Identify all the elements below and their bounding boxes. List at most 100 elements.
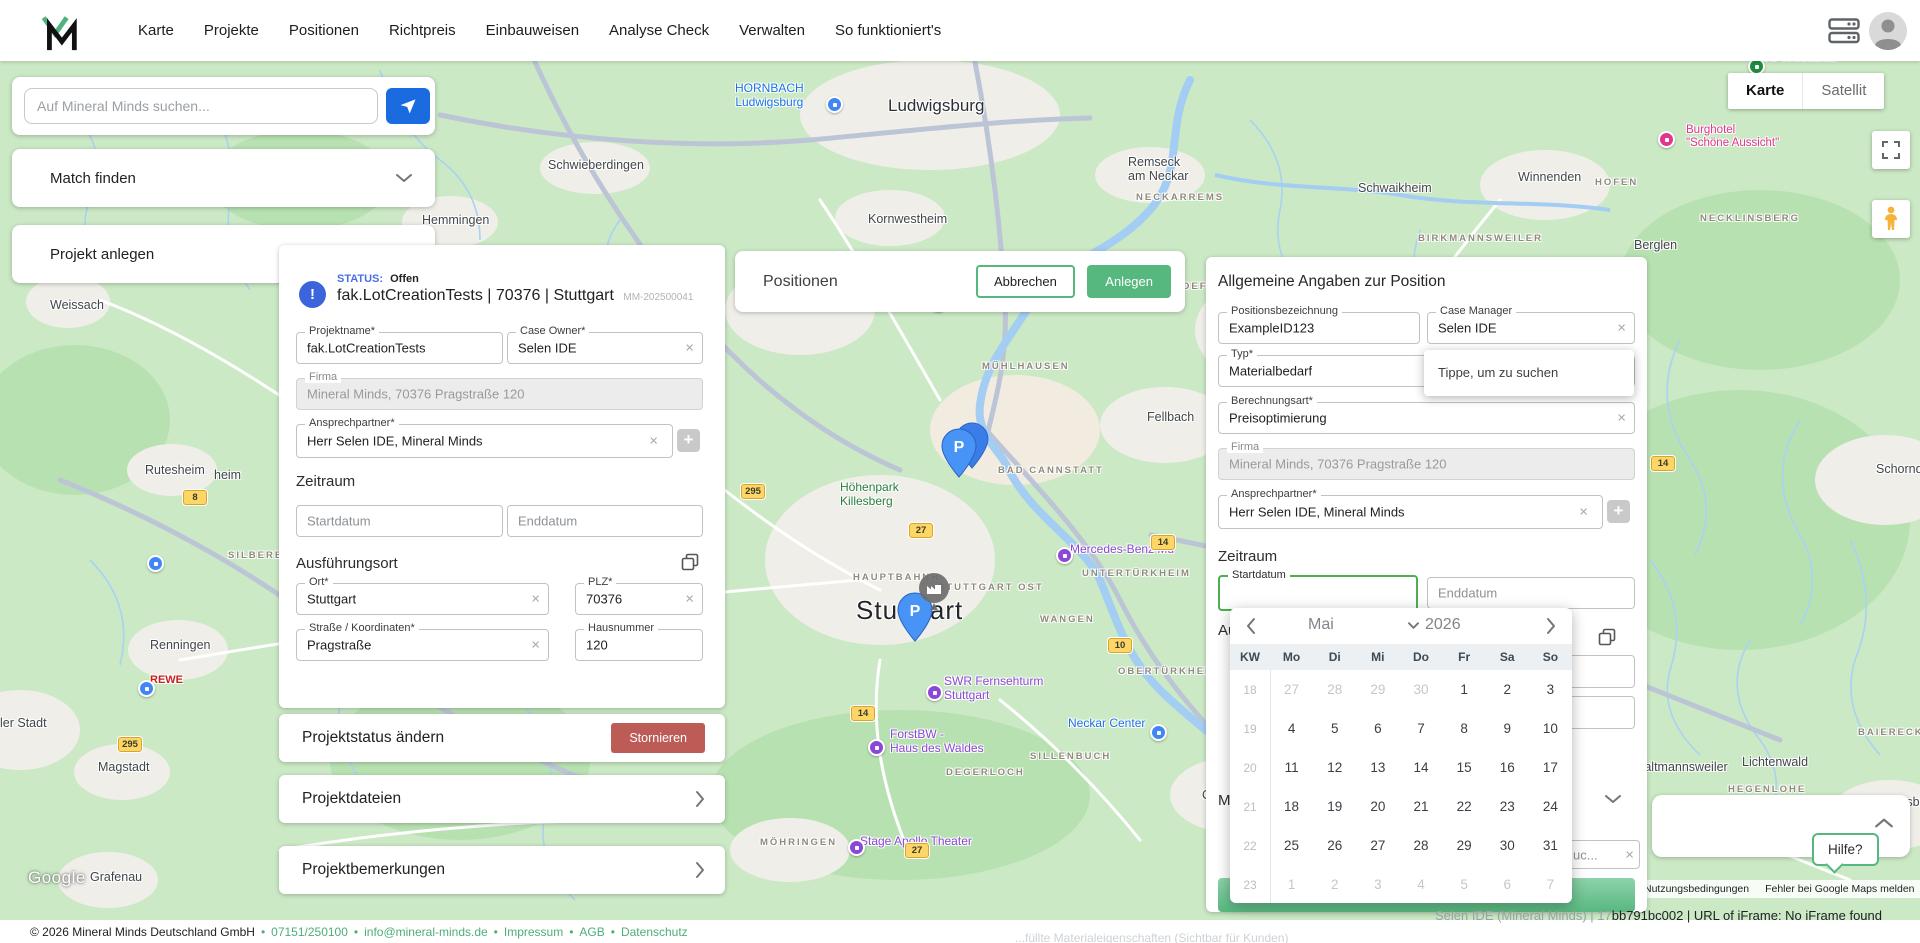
ansprechpartner-field[interactable]: Ansprechpartner* Herr Selen IDE, Mineral… bbox=[296, 424, 673, 458]
search-submit-button[interactable] bbox=[386, 88, 430, 124]
calendar-day[interactable]: 28 bbox=[1313, 682, 1356, 697]
footer-link-07151-250100[interactable]: 07151/250100 bbox=[271, 925, 348, 939]
calendar-year-select[interactable]: 2026 bbox=[1408, 616, 1461, 634]
calendar-day[interactable]: 7 bbox=[1529, 877, 1572, 892]
positionsbezeichnung-field[interactable]: Positionsbezeichnung ExampleID123 bbox=[1218, 312, 1420, 344]
nav-item-verwalten[interactable]: Verwalten bbox=[739, 22, 805, 39]
case-owner-field[interactable]: Case Owner* Selen IDE × bbox=[507, 332, 703, 364]
clear-icon[interactable]: × bbox=[1617, 321, 1626, 336]
nav-item-karte[interactable]: Karte bbox=[138, 22, 174, 39]
hausnummer-field[interactable]: Hausnummer 120 bbox=[575, 629, 703, 661]
footer-link-datenschutz[interactable]: Datenschutz bbox=[621, 925, 688, 939]
footer-link-impressum[interactable]: Impressum bbox=[504, 925, 563, 939]
clear-icon[interactable]: × bbox=[1579, 505, 1588, 520]
calendar-day[interactable]: 18 bbox=[1270, 799, 1313, 814]
pegman-button[interactable] bbox=[1872, 200, 1910, 238]
projektdateien-row[interactable]: Projektdateien bbox=[279, 775, 725, 823]
clear-icon[interactable]: × bbox=[649, 434, 658, 449]
calendar-day[interactable]: 13 bbox=[1356, 760, 1399, 775]
abbrechen-button[interactable]: Abbrechen bbox=[976, 265, 1075, 298]
calendar-day[interactable]: 27 bbox=[1270, 682, 1313, 697]
enddatum-field[interactable]: Enddatum bbox=[1427, 577, 1635, 609]
calendar-day[interactable]: 14 bbox=[1399, 760, 1442, 775]
calendar-day[interactable]: 24 bbox=[1529, 799, 1572, 814]
ort-field[interactable]: Ort* Stuttgart × bbox=[296, 583, 549, 615]
copy-icon[interactable] bbox=[681, 553, 699, 571]
startdatum-field-focused[interactable]: Startdatum bbox=[1218, 575, 1418, 611]
calendar-day[interactable]: 30 bbox=[1399, 682, 1442, 697]
calendar-day[interactable]: 7 bbox=[1399, 721, 1442, 736]
ansprechpartner-field[interactable]: Ansprechpartner* Herr Selen IDE, Mineral… bbox=[1218, 495, 1603, 529]
calendar-day[interactable]: 21 bbox=[1399, 799, 1442, 814]
nav-item-einbauweisen[interactable]: Einbauweisen bbox=[486, 22, 579, 39]
calendar-prev-icon[interactable] bbox=[1242, 616, 1262, 636]
chevron-down-icon[interactable] bbox=[1604, 794, 1622, 804]
calendar-day[interactable]: 3 bbox=[1529, 682, 1572, 697]
strasse-field[interactable]: Straße / Koordinaten* Pragstraße × bbox=[296, 629, 549, 661]
calendar-day[interactable]: 19 bbox=[1313, 799, 1356, 814]
fullscreen-button[interactable] bbox=[1872, 131, 1910, 169]
clear-icon[interactable]: × bbox=[1625, 847, 1634, 862]
mineral-minds-logo[interactable] bbox=[36, 8, 82, 54]
enddatum-field[interactable]: Enddatum bbox=[507, 505, 703, 537]
calendar-day[interactable]: 20 bbox=[1356, 799, 1399, 814]
server-button[interactable] bbox=[1828, 0, 1860, 61]
calendar-day[interactable]: 4 bbox=[1399, 877, 1442, 892]
clear-icon[interactable]: × bbox=[531, 592, 540, 607]
search-input[interactable] bbox=[24, 88, 378, 124]
calendar-day[interactable]: 23 bbox=[1486, 799, 1529, 814]
calendar-day[interactable]: 9 bbox=[1486, 721, 1529, 736]
accordion-match-finden[interactable]: Match finden bbox=[12, 149, 435, 207]
calendar-day[interactable]: 10 bbox=[1529, 721, 1572, 736]
nav-item-so-funktioniert-s[interactable]: So funktioniert's bbox=[835, 22, 941, 39]
map-type-karte[interactable]: Karte bbox=[1728, 73, 1802, 109]
map-type-satellit[interactable]: Satellit bbox=[1802, 73, 1884, 109]
copy-icon[interactable] bbox=[1598, 628, 1616, 646]
plz-field[interactable]: PLZ* 70376 × bbox=[575, 583, 703, 615]
calendar-day[interactable]: 1 bbox=[1270, 877, 1313, 892]
factory-marker[interactable] bbox=[915, 570, 953, 616]
startdatum-field[interactable]: Startdatum bbox=[296, 505, 503, 537]
nav-item-projekte[interactable]: Projekte bbox=[204, 22, 259, 39]
calendar-day[interactable]: 30 bbox=[1486, 838, 1529, 853]
calendar-day[interactable]: 25 bbox=[1270, 838, 1313, 853]
calendar-day[interactable]: 6 bbox=[1356, 721, 1399, 736]
projektbemerkungen-row[interactable]: Projektbemerkungen bbox=[279, 846, 725, 894]
nav-item-analyse-check[interactable]: Analyse Check bbox=[609, 22, 709, 39]
calendar-day[interactable]: 4 bbox=[1270, 721, 1313, 736]
projektname-field[interactable]: Projektname* fak.LotCreationTests bbox=[296, 332, 503, 364]
clear-icon[interactable]: × bbox=[1617, 411, 1626, 426]
footer-link-info-mineral-minds-de[interactable]: info@mineral-minds.de bbox=[364, 925, 488, 939]
calendar-day[interactable]: 5 bbox=[1443, 877, 1486, 892]
calendar-day[interactable]: 28 bbox=[1399, 838, 1442, 853]
berechnungsart-field[interactable]: Berechnungsart* Preisoptimierung × bbox=[1218, 402, 1635, 434]
nav-item-positionen[interactable]: Positionen bbox=[289, 22, 359, 39]
chevron-up-icon[interactable] bbox=[1874, 817, 1894, 829]
terms-link[interactable]: Nutzungsbedingungen bbox=[1644, 883, 1749, 895]
calendar-day[interactable]: 6 bbox=[1486, 877, 1529, 892]
calendar-day[interactable]: 11 bbox=[1270, 760, 1313, 775]
clear-icon[interactable]: × bbox=[685, 592, 694, 607]
calendar-day[interactable]: 2 bbox=[1486, 682, 1529, 697]
calendar-day[interactable]: 31 bbox=[1529, 838, 1572, 853]
calendar-day[interactable]: 16 bbox=[1486, 760, 1529, 775]
calendar-day[interactable]: 26 bbox=[1313, 838, 1356, 853]
calendar-day[interactable]: 8 bbox=[1443, 721, 1486, 736]
calendar-next-icon[interactable] bbox=[1540, 616, 1560, 636]
partial-input-field[interactable]: uc... × bbox=[1566, 840, 1640, 869]
calendar-day[interactable]: 15 bbox=[1443, 760, 1486, 775]
autocomplete-dropdown[interactable]: Tippe, um zu suchen bbox=[1424, 350, 1634, 396]
calendar-day[interactable]: 29 bbox=[1443, 838, 1486, 853]
stornieren-button[interactable]: Stornieren bbox=[611, 723, 705, 753]
calendar-day[interactable]: 5 bbox=[1313, 721, 1356, 736]
calendar-day[interactable]: 12 bbox=[1313, 760, 1356, 775]
anlegen-button[interactable]: Anlegen bbox=[1087, 265, 1171, 298]
help-tooltip[interactable]: Hilfe? bbox=[1812, 833, 1879, 866]
footer-link-agb[interactable]: AGB bbox=[579, 925, 604, 939]
calendar-month[interactable]: Mai bbox=[1308, 616, 1334, 634]
calendar-day[interactable]: 2 bbox=[1313, 877, 1356, 892]
map-pin-bad-cannstatt[interactable]: P bbox=[941, 428, 977, 478]
calendar-day[interactable]: 22 bbox=[1443, 799, 1486, 814]
calendar-day[interactable]: 29 bbox=[1356, 682, 1399, 697]
calendar-day[interactable]: 27 bbox=[1356, 838, 1399, 853]
